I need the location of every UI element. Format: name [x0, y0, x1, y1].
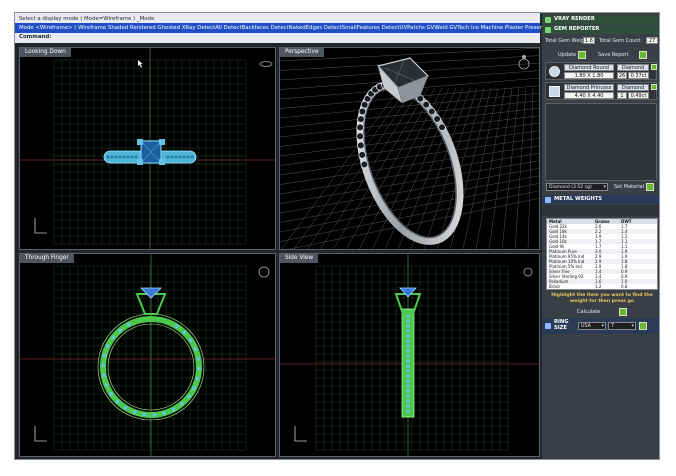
gem-icon	[545, 26, 551, 33]
update-button[interactable]	[578, 51, 586, 59]
round-gem-icon	[549, 66, 560, 77]
command-options-text: Mode <Wireframe> ( Wireframe Shaded Rend…	[19, 25, 559, 31]
ring-region-select[interactable]: USA ▾	[578, 322, 606, 330]
metal-weights-header[interactable]: METAL WEIGHTS	[542, 195, 659, 204]
perspective-canvas	[280, 48, 539, 249]
gem-carat: 0.37ct	[628, 72, 649, 79]
gem-type: Diamond	[617, 84, 649, 91]
material-select[interactable]: Diamond (3.52 sg) ▾	[546, 183, 608, 191]
viewport-title[interactable]: Looking Down	[20, 48, 71, 57]
viewport-perspective[interactable]: Perspective	[279, 47, 540, 250]
chevron-down-icon: ▾	[601, 323, 604, 329]
metal-table-row[interactable]: Brass 1.2 0.8	[547, 284, 657, 289]
viewport-through-finger[interactable]: Through Finger	[19, 253, 276, 457]
total-gem-count-label: Total Gem Count	[599, 38, 641, 44]
chevron-down-icon: ▾	[603, 184, 606, 190]
chevron-down-icon: ▾	[631, 323, 634, 329]
ring-size-icon	[545, 323, 551, 329]
gem-count: 26	[617, 72, 627, 79]
vray-icon	[545, 16, 551, 23]
metal-table-cell: 1.2	[595, 284, 602, 289]
gem-size: 4.40 X 4.40	[564, 92, 614, 99]
calculate-button[interactable]	[619, 308, 627, 316]
top-view-canvas	[20, 48, 275, 249]
gem-type: Diamond	[617, 64, 649, 71]
gem-select-button[interactable]	[651, 64, 657, 70]
gem-name: Diamond Round	[564, 64, 614, 71]
axis-gizmo-icon	[34, 218, 47, 234]
view-ring-icon	[258, 266, 270, 278]
princess-gem-icon	[549, 86, 560, 97]
viewport-side-view[interactable]: Side View	[279, 253, 540, 457]
viewport-title[interactable]: Side View	[280, 254, 319, 263]
side-view-canvas	[280, 254, 539, 456]
ring-size-button[interactable]	[639, 322, 647, 330]
command-options-bar[interactable]: Mode <Wireframe> ( Wireframe Shaded Rend…	[15, 23, 559, 33]
gem-select-button[interactable]	[651, 84, 657, 90]
metal-table-cell: Brass	[549, 284, 561, 289]
axis-gizmo-icon	[34, 426, 47, 442]
metal-weights-table[interactable]: Metal Grams DWT Gold 22k 2.6 1.7 Gold 18k 2.…	[546, 218, 658, 290]
princess-stone-side	[399, 287, 417, 298]
gem-list-empty-area	[545, 103, 657, 181]
highlight-note: Highlight the item you want to find the …	[551, 293, 653, 304]
metal-weights-subbar	[542, 205, 659, 216]
metal-icon	[545, 196, 551, 203]
viewport-title[interactable]: Perspective	[280, 48, 324, 57]
total-gem-count-value: 27	[646, 37, 658, 44]
plugin-panel: VRAY RENDER GEM REPORTER Total Gem Weigh…	[542, 13, 659, 459]
gem-reporter-header[interactable]: GEM REPORTER	[542, 25, 659, 34]
update-label: Update	[558, 52, 577, 58]
vray-render-header[interactable]: VRAY RENDER	[542, 15, 659, 24]
gem-count: 1	[617, 92, 627, 99]
command-area: Select a display mode ( Mode=Wireframe )…	[15, 13, 559, 43]
command-prompt[interactable]: Command:	[19, 34, 51, 40]
gem-carat: 0.49ct	[628, 92, 649, 99]
set-material-label: Set Material	[614, 184, 645, 190]
calculate-label: Calculate	[577, 309, 601, 315]
view-ring-icon	[259, 61, 273, 67]
save-report-label: Save Report	[598, 52, 629, 58]
viewport-title[interactable]: Through Finger	[20, 254, 74, 263]
application-window: Select a display mode ( Mode=Wireframe )…	[14, 12, 660, 460]
command-history-line: Select a display mode ( Mode=Wireframe )…	[19, 16, 155, 22]
total-gem-weight-value: 1.6	[583, 37, 595, 44]
viewport-looking-down[interactable]: Looking Down	[19, 47, 276, 250]
set-material-button[interactable]	[646, 183, 654, 191]
gem-row[interactable]: Diamond Round 1.80 X 1.80 Diamond 26 0.3…	[545, 62, 657, 80]
front-view-canvas	[20, 254, 275, 456]
gem-size: 1.80 X 1.80	[564, 72, 614, 79]
gem-name: Diamond Princess	[564, 84, 614, 91]
metal-table-cell: 0.8	[621, 284, 628, 289]
save-report-button[interactable]	[639, 51, 647, 59]
gem-row[interactable]: Diamond Princess 4.40 X 4.40 Diamond 1 0…	[545, 82, 657, 100]
view-ring-icon	[523, 267, 533, 277]
ring-size-select[interactable]: 7 ▾	[608, 322, 636, 330]
axis-gizmo-icon	[294, 426, 307, 442]
